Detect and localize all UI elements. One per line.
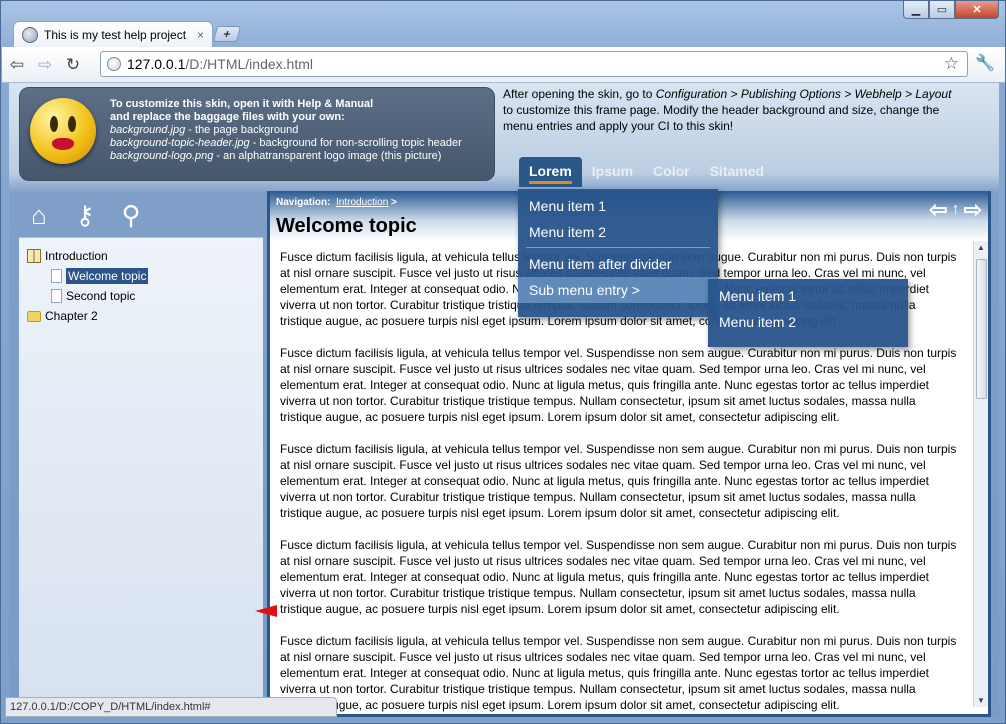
page-viewport: To customize this skin, open it with Hel… — [9, 83, 999, 717]
prev-topic-icon[interactable]: ⇦ — [929, 197, 947, 223]
dropdown-divider — [526, 247, 710, 248]
breadcrumb-link[interactable]: Introduction — [336, 197, 388, 208]
parent-topic-icon[interactable]: ↑ — [952, 197, 960, 223]
paragraph: Fusce dictum facilisis ligula, at vehicu… — [280, 346, 957, 424]
back-icon[interactable]: ⇦ — [4, 52, 30, 78]
forward-icon[interactable]: ⇨ — [32, 52, 58, 78]
window-controls: ▁ ▭ ✕ — [903, 1, 999, 19]
scroll-up-icon[interactable]: ▲ — [977, 243, 985, 252]
browser-tab[interactable]: This is my test help project × — [13, 21, 213, 47]
minimize-button[interactable]: ▁ — [903, 1, 929, 19]
toc-label: Welcome topic — [66, 268, 149, 284]
file-name: background.jpg — [110, 124, 186, 136]
toc-label: Introduction — [45, 249, 108, 263]
address-bar[interactable]: 127.0.0.1/D:/HTML/index.html ☆ — [100, 51, 968, 77]
menu-label: Lorem — [529, 163, 572, 184]
new-tab-button[interactable]: + — [212, 26, 242, 42]
eye-icon — [68, 116, 76, 132]
reload-icon[interactable]: ↻ — [60, 52, 86, 78]
page-icon — [107, 57, 121, 71]
wrench-icon[interactable]: 🔧 — [975, 53, 995, 73]
toc-label: Chapter 2 — [45, 309, 98, 323]
paragraph: Fusce dictum facilisis ligula, at vehicu… — [280, 442, 957, 520]
lips-icon — [52, 138, 74, 150]
submenu-item-2[interactable]: Menu item 2 — [708, 309, 908, 335]
browser-window: ▁ ▭ ✕ This is my test help project × + ⇦… — [0, 0, 1006, 724]
paragraph: Fusce dictum facilisis ligula, at vehicu… — [280, 634, 957, 712]
key-icon[interactable]: ⚷ — [71, 201, 99, 229]
submenu-item-1[interactable]: Menu item 1 — [708, 283, 908, 309]
scroll-thumb[interactable] — [976, 259, 987, 399]
folder-icon — [27, 310, 41, 322]
config-text-a: After opening the skin, go to — [503, 87, 656, 101]
topic-scrollbar[interactable]: ▲ ▼ — [973, 241, 988, 707]
header-logo-box: To customize this skin, open it with Hel… — [19, 87, 495, 181]
file-name: background-logo.png — [110, 150, 214, 162]
tab-close-icon[interactable]: × — [197, 28, 204, 42]
toc-label: Second topic — [66, 289, 136, 303]
page-title: Welcome topic — [276, 215, 417, 237]
config-instructions: After opening the skin, go to Configurat… — [503, 86, 963, 134]
dropdown-submenu-entry[interactable]: Sub menu entry > — [518, 277, 718, 303]
tab-favicon-icon — [22, 26, 38, 43]
top-menu: Lorem Ipsum Color Sitamed — [519, 157, 774, 187]
toc-item-introduction[interactable]: Introduction — [19, 246, 263, 266]
header-instructions: To customize this skin, open it with Hel… — [110, 98, 462, 163]
header-line-2: and replace the baggage files with your … — [110, 111, 345, 123]
breadcrumb-sep: > — [388, 197, 397, 208]
menu-lorem[interactable]: Lorem — [519, 157, 582, 187]
page-icon — [51, 289, 62, 303]
paragraph: Fusce dictum facilisis ligula, at vehicu… — [280, 538, 957, 616]
tab-title: This is my test help project — [44, 27, 187, 42]
dropdown-item-after-divider[interactable]: Menu item after divider — [518, 251, 718, 277]
toc-item-welcome[interactable]: Welcome topic — [19, 266, 263, 286]
browser-toolbar: ⇦ ⇨ ↻ 127.0.0.1/D:/HTML/index.html ☆ 🔧 — [2, 47, 1005, 83]
status-bar: 127.0.0.1/D:/COPY_D/HTML/index.html# — [5, 697, 337, 717]
search-icon[interactable]: ⚲ — [117, 201, 145, 229]
home-icon[interactable]: ⌂ — [25, 201, 53, 229]
next-topic-icon[interactable]: ⇨ — [964, 197, 982, 223]
menu-ipsum[interactable]: Ipsum — [582, 157, 643, 187]
menu-color[interactable]: Color — [643, 157, 700, 187]
red-arrow-icon — [255, 605, 277, 617]
url-path: /D:/HTML/index.html — [185, 56, 313, 72]
header-line-1: To customize this skin, open it with Hel… — [110, 98, 374, 110]
toc-pane: Introduction Welcome topic Second topic … — [19, 237, 263, 717]
page-icon — [51, 269, 62, 283]
toc-item-chapter2[interactable]: Chapter 2 — [19, 306, 263, 326]
toc-toolbar: ⌂ ⚷ ⚲ — [25, 201, 145, 229]
toc-item-second[interactable]: Second topic — [19, 286, 263, 306]
smiley-logo — [30, 98, 96, 164]
breadcrumb-label: Navigation: — [276, 197, 331, 208]
dropdown-item-2[interactable]: Menu item 2 — [518, 219, 718, 245]
breadcrumb: Navigation: Introduction > — [276, 197, 397, 208]
scroll-down-icon[interactable]: ▼ — [977, 696, 985, 705]
eye-icon — [50, 116, 58, 132]
book-icon — [27, 249, 41, 263]
file-line: background-topic-header.jpg - background… — [110, 137, 462, 150]
topic-nav-arrows: ⇦ ↑ ⇨ — [929, 197, 982, 223]
dropdown-item-1[interactable]: Menu item 1 — [518, 193, 718, 219]
star-icon[interactable]: ☆ — [944, 54, 959, 74]
address-url: 127.0.0.1/D:/HTML/index.html — [127, 56, 313, 72]
menu-sitamed[interactable]: Sitamed — [700, 157, 774, 187]
file-name: background-topic-header.jpg — [110, 137, 250, 149]
close-window-button[interactable]: ✕ — [955, 1, 999, 19]
file-desc: - the page background — [185, 124, 299, 136]
toc-tree: Introduction Welcome topic Second topic … — [19, 238, 263, 326]
file-line: background-logo.png - an alphatransparen… — [110, 150, 462, 163]
config-text-b: to customize this frame page. Modify the… — [503, 103, 940, 133]
submenu: Menu item 1 Menu item 2 — [708, 279, 908, 347]
file-desc: - an alphatransparent logo image (this p… — [213, 150, 442, 162]
config-path: Configuration > Publishing Options > Web… — [655, 87, 952, 101]
url-host: 127.0.0.1 — [127, 56, 186, 72]
file-desc: - background for non-scrolling topic hea… — [249, 137, 462, 149]
lorem-dropdown: Menu item 1 Menu item 2 Menu item after … — [518, 189, 718, 317]
maximize-button[interactable]: ▭ — [929, 1, 955, 19]
file-line: background.jpg - the page background — [110, 124, 462, 137]
